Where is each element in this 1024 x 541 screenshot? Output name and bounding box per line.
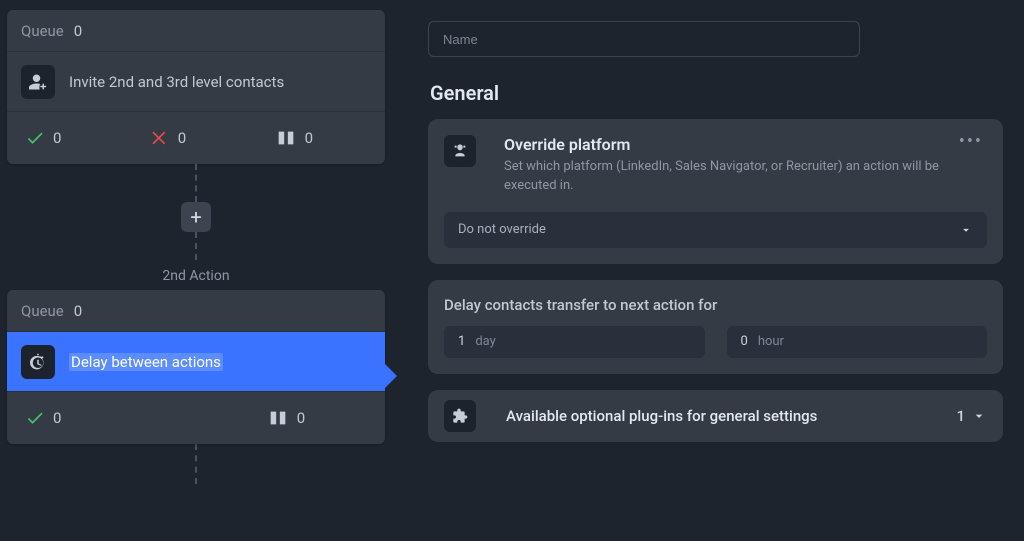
action-title-row-selected[interactable]: Delay between actions [7, 332, 385, 392]
connector-line [195, 232, 197, 260]
override-select[interactable]: Do not override [444, 212, 987, 248]
stat-other[interactable]: 0 [275, 127, 313, 149]
connector-line [195, 444, 197, 484]
plugins-title: Available optional plug-ins for general … [506, 407, 817, 425]
plugins-panel[interactable]: Available optional plug-ins for general … [428, 390, 1003, 442]
delay-hours-input[interactable]: 0 hour [727, 326, 988, 358]
invite-contacts-icon [21, 65, 55, 99]
queue-count: 0 [74, 22, 82, 40]
queue-header[interactable]: Queue 0 [7, 290, 385, 332]
action-title-row[interactable]: Invite 2nd and 3rd level contacts [7, 52, 385, 112]
connector: + 2nd Action [7, 164, 385, 290]
stat-other-value: 0 [297, 409, 305, 427]
selected-arrow-icon [383, 362, 397, 390]
more-menu-button[interactable]: ••• [955, 131, 987, 152]
settings-column: General Override platform Set which plat… [428, 21, 1003, 458]
id-card-icon [275, 127, 297, 149]
connector-line [195, 164, 197, 202]
plugins-count: 1 [956, 407, 965, 425]
puzzle-icon [444, 400, 476, 432]
override-select-value: Do not override [458, 222, 546, 237]
section-heading-general: General [430, 81, 1003, 105]
stat-fail-value: 0 [178, 129, 186, 147]
action-card-2: Queue 0 Delay between actions 0 0 [7, 290, 385, 444]
delay-hours-unit: hour [758, 334, 784, 349]
delay-panel: Delay contacts transfer to next action f… [428, 280, 1003, 374]
action-title-label: Delay between actions [69, 353, 223, 371]
stat-success[interactable]: 0 [25, 128, 61, 148]
action-stats: 0 0 0 [7, 112, 385, 164]
queue-label: Queue [21, 302, 64, 320]
chevron-down-icon [959, 223, 973, 237]
queue-label: Queue [21, 22, 64, 40]
action-title-label: Invite 2nd and 3rd level contacts [69, 73, 284, 91]
delay-days-input[interactable]: 1 day [444, 326, 705, 358]
delay-title: Delay contacts transfer to next action f… [444, 296, 987, 314]
id-card-icon [267, 407, 289, 429]
delay-days-unit: day [475, 334, 495, 349]
action-card-1: Queue 0 Invite 2nd and 3rd level contact… [7, 10, 385, 164]
stat-success-value: 0 [53, 409, 61, 427]
action-stats: 0 0 [7, 392, 385, 444]
platform-icon [444, 135, 476, 167]
chevron-down-icon [971, 408, 987, 424]
check-icon [25, 128, 45, 148]
action-index-label: 2nd Action [162, 260, 229, 290]
check-icon [25, 408, 45, 428]
override-title: Override platform [504, 135, 941, 154]
stat-fail[interactable]: 0 [150, 128, 186, 148]
add-action-button[interactable]: + [181, 202, 211, 232]
override-desc: Set which platform (LinkedIn, Sales Navi… [504, 158, 941, 196]
stat-other-value: 0 [305, 129, 313, 147]
ellipsis-icon: ••• [959, 131, 983, 152]
cross-icon [150, 128, 170, 148]
delay-days-value: 1 [458, 334, 465, 349]
stat-other[interactable]: 0 [199, 407, 373, 429]
queue-count: 0 [74, 302, 82, 320]
stat-success-value: 0 [53, 129, 61, 147]
delay-hours-value: 0 [741, 334, 748, 349]
plus-icon: + [190, 207, 201, 227]
queue-header[interactable]: Queue 0 [7, 10, 385, 52]
workflow-column: Queue 0 Invite 2nd and 3rd level contact… [7, 10, 385, 484]
action-name-input[interactable] [428, 21, 860, 57]
override-platform-panel: Override platform Set which platform (Li… [428, 119, 1003, 264]
stat-success[interactable]: 0 [25, 408, 199, 428]
connector [7, 444, 385, 484]
stopwatch-icon [21, 345, 55, 379]
